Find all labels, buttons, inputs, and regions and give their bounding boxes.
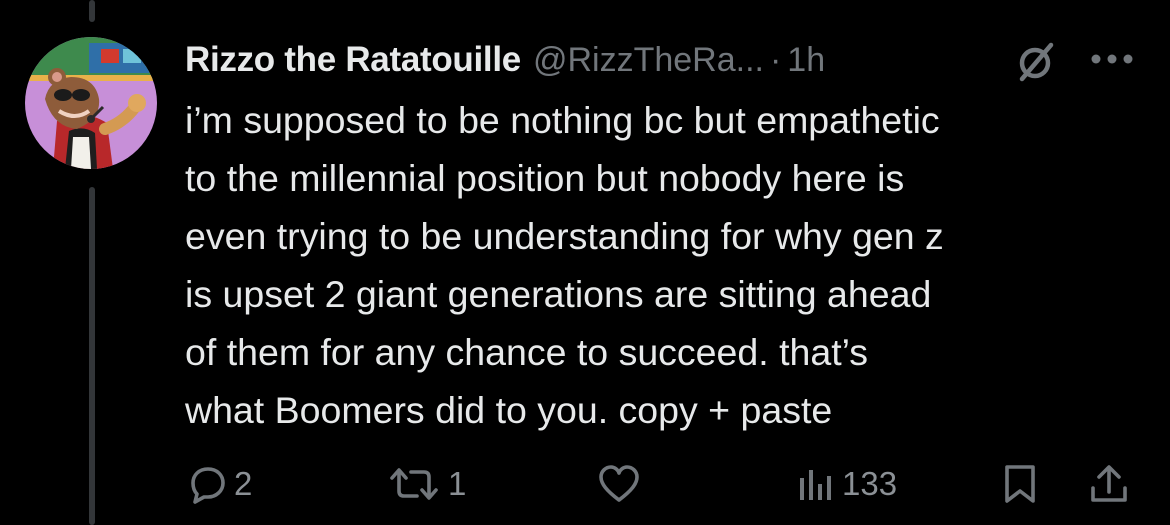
views-button[interactable]: 133 [796,459,897,509]
tweet-line-3: even trying to be understanding for why … [185,215,944,257]
tweet-line-5: of them for any chance to succeed. that’… [185,331,869,373]
thread-line-bottom [89,187,95,525]
bookmark-button[interactable] [1000,459,1040,509]
views-icon [796,464,836,504]
tweet-header: Rizzo the Ratatouille @RizzTheRa... · 1h [185,38,825,82]
grok-icon[interactable] [1014,41,1056,83]
handle[interactable]: @RizzTheRa... [533,41,764,80]
views-count: 133 [842,465,898,502]
like-button[interactable] [597,459,641,509]
avatar[interactable] [25,37,157,169]
display-name[interactable]: Rizzo the Ratatouille [185,40,521,80]
reply-icon [188,464,228,504]
separator-dot: · [769,40,782,79]
share-icon [1087,462,1131,506]
tweet-line-4: is upset 2 giant generations are sitting… [185,273,932,315]
retweet-icon [386,464,442,504]
tweet-line-6: what Boomers did to you. copy + paste [185,389,833,431]
share-button[interactable] [1087,459,1131,509]
timestamp[interactable]: 1h [787,41,825,80]
bookmark-icon [1000,463,1040,505]
reply-count: 2 [234,465,253,502]
more-icon[interactable] [1089,52,1135,66]
avatar-illustration [25,37,157,169]
retweet-button[interactable]: 1 [386,459,466,509]
reply-button[interactable]: 2 [188,459,252,509]
thread-line-top [89,0,95,22]
tweet-text: i’m supposed to be nothing bc but empath… [185,91,1145,439]
tweet-line-2: to the millennial position but nobody he… [185,157,905,199]
retweet-count: 1 [448,465,467,502]
like-icon [597,464,641,504]
tweet-line-1: i’m supposed to be nothing bc but empath… [185,99,940,141]
